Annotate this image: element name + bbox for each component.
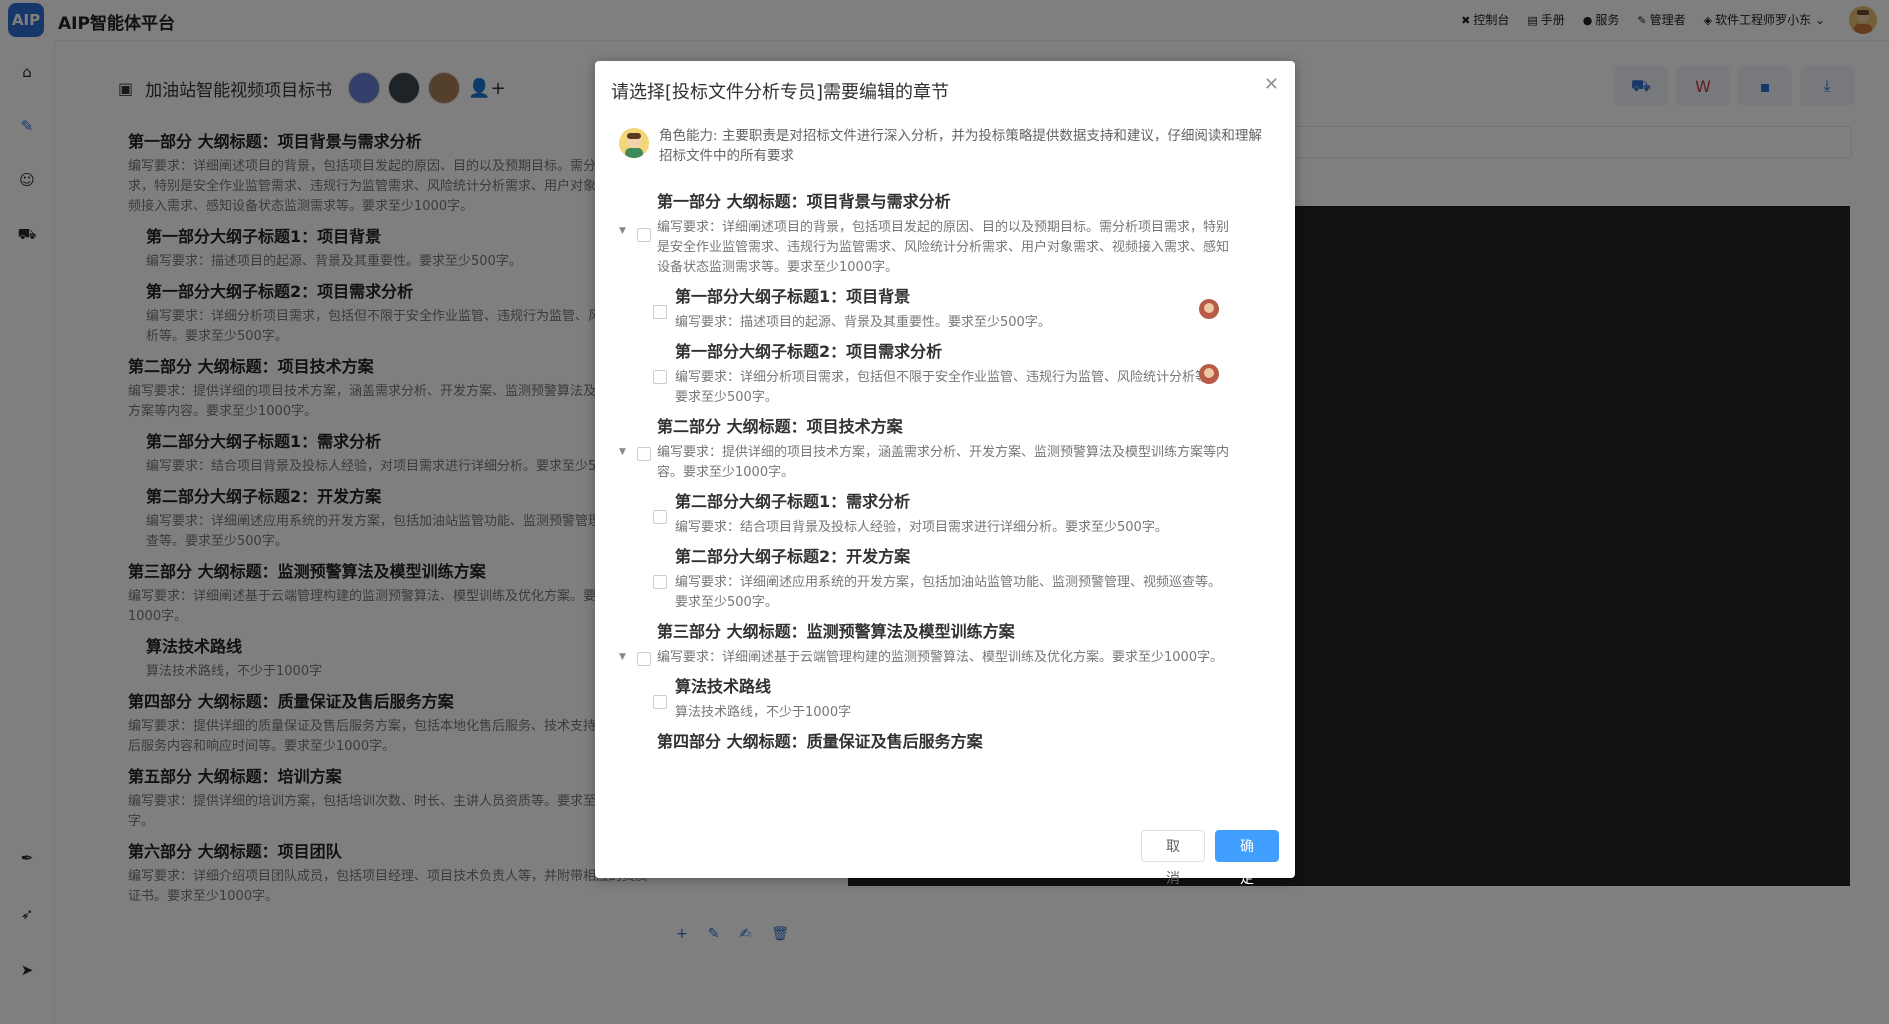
cancel-button[interactable]: 取 消 xyxy=(1141,830,1205,887)
tree-node-level2[interactable]: 第二部分大纲子标题2：开发方案 编写要求：详细阐述应用系统的开发方案，包括加油站… xyxy=(605,541,1245,616)
assigned-agent-avatar xyxy=(1199,299,1219,319)
role-description: 角色能力: 主要职责是对招标文件进行深入分析，并为投标策略提供数据支持和建议，仔… xyxy=(619,126,1269,166)
chapter-checkbox[interactable] xyxy=(653,695,667,709)
tree-node-level2[interactable]: 第一部分大纲子标题2：项目需求分析 编写要求：详细分析项目需求，包括但不限于安全… xyxy=(605,336,1245,411)
chapter-checkbox[interactable] xyxy=(637,447,651,461)
chapter-checkbox[interactable] xyxy=(653,510,667,524)
dialog-footer: 取 消 确 定 xyxy=(1141,830,1279,887)
chapter-checkbox[interactable] xyxy=(653,305,667,319)
role-avatar-icon xyxy=(625,133,643,158)
caret-down-icon[interactable]: ▼ xyxy=(619,652,626,662)
agent-avatar-icon xyxy=(1204,303,1214,313)
tree-node-level1[interactable]: ▼ 第三部分 大纲标题：监测预警算法及模型训练方案 编写要求：详细阐述基于云端管… xyxy=(605,616,1245,671)
confirm-button[interactable]: 确 定 xyxy=(1215,830,1279,887)
chapter-tree: ▼ 第一部分 大纲标题：项目背景与需求分析 编写要求：详细阐述项目的背景，包括项… xyxy=(605,186,1245,874)
close-icon[interactable]: ✕ xyxy=(1264,74,1279,95)
tree-node-level1[interactable]: 第四部分 大纲标题：质量保证及售后服务方案 xyxy=(605,726,1245,761)
role-ability-text: 角色能力: 主要职责是对招标文件进行深入分析，并为投标策略提供数据支持和建议，仔… xyxy=(659,128,1262,164)
tree-node-level1[interactable]: ▼ 第二部分 大纲标题：项目技术方案 编写要求：提供详细的项目技术方案，涵盖需求… xyxy=(605,411,1245,486)
chapter-checkbox[interactable] xyxy=(637,228,651,242)
tree-node-level1[interactable]: ▼ 第一部分 大纲标题：项目背景与需求分析 编写要求：详细阐述项目的背景，包括项… xyxy=(605,186,1245,281)
chapter-checkbox[interactable] xyxy=(637,652,651,666)
tree-node-level2[interactable]: 第一部分大纲子标题1：项目背景 编写要求：描述项目的起源、背景及其重要性。要求至… xyxy=(605,281,1245,336)
dialog-title: 请选择[投标文件分析专员]需要编辑的章节 xyxy=(611,82,950,103)
role-avatar xyxy=(619,128,649,158)
chapter-select-dialog: 请选择[投标文件分析专员]需要编辑的章节 ✕ 角色能力: 主要职责是对招标文件进… xyxy=(595,61,1295,887)
agent-avatar-icon xyxy=(1204,368,1214,378)
caret-down-icon[interactable]: ▼ xyxy=(619,447,626,457)
tree-node-level2[interactable]: 算法技术路线 算法技术路线，不少于1000字 xyxy=(605,671,1245,726)
chapter-checkbox[interactable] xyxy=(653,370,667,384)
tree-node-level2[interactable]: 第二部分大纲子标题1：需求分析 编写要求：结合项目背景及投标人经验，对项目需求进… xyxy=(605,486,1245,541)
assigned-agent-avatar xyxy=(1199,364,1219,384)
caret-down-icon[interactable]: ▼ xyxy=(619,226,626,236)
chapter-checkbox[interactable] xyxy=(653,575,667,589)
